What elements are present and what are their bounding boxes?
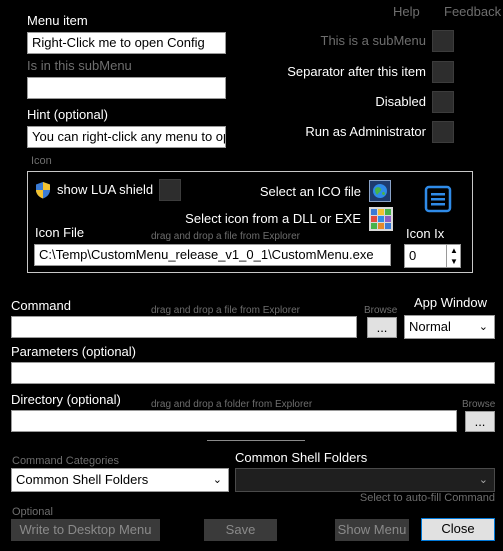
select-dll-label: Select icon from a DLL or EXE bbox=[185, 211, 361, 226]
disabled-label: Disabled bbox=[375, 94, 426, 109]
spin-up-icon[interactable]: ▲ bbox=[446, 245, 461, 256]
shield-icon bbox=[35, 181, 51, 199]
directory-browse-label: Browse bbox=[462, 399, 496, 410]
command-hint: drag and drop a file from Explorer bbox=[151, 305, 300, 316]
chevron-down-icon: ⌄ bbox=[478, 321, 488, 333]
parameters-label: Parameters (optional) bbox=[11, 344, 136, 359]
feedback-link[interactable]: Feedback bbox=[444, 4, 501, 19]
show-lua-checkbox[interactable] bbox=[159, 179, 181, 201]
command-label: Command bbox=[11, 298, 71, 313]
icon-ix-value: 0 bbox=[409, 248, 417, 263]
run-admin-checkbox[interactable] bbox=[432, 121, 454, 143]
is-submenu-label: This is a subMenu bbox=[320, 33, 427, 48]
app-window-select[interactable]: Normal ⌄ bbox=[404, 315, 495, 339]
separator-label: Separator after this item bbox=[287, 64, 426, 79]
directory-input[interactable] bbox=[11, 410, 457, 432]
dll-icon[interactable] bbox=[369, 207, 393, 231]
show-lua-label: show LUA shield bbox=[57, 182, 154, 197]
spin-down-icon[interactable]: ▼ bbox=[446, 256, 461, 267]
icon-group-title: Icon bbox=[31, 155, 52, 167]
parameters-input[interactable] bbox=[11, 362, 495, 384]
select-ico-label: Select an ICO file bbox=[259, 184, 361, 199]
app-window-value: Normal bbox=[409, 319, 451, 334]
command-categories-select[interactable]: Common Shell Folders ⌄ bbox=[11, 468, 229, 492]
hint-label: Hint (optional) bbox=[27, 107, 108, 122]
icon-file-label: Icon File bbox=[35, 225, 85, 240]
command-input[interactable] bbox=[11, 316, 357, 338]
directory-browse-button[interactable]: ... bbox=[465, 411, 495, 432]
shell-folders-hint: Select to auto-fill Command bbox=[359, 492, 495, 504]
command-browse-label: Browse bbox=[364, 305, 398, 316]
run-admin-label: Run as Administrator bbox=[305, 124, 426, 139]
command-browse-button[interactable]: ... bbox=[367, 317, 397, 338]
app-window-label: App Window bbox=[414, 295, 487, 310]
chevron-down-icon: ⌄ bbox=[212, 474, 222, 486]
menu-item-input[interactable]: Right-Click me to open Config bbox=[27, 32, 226, 54]
close-button[interactable]: Close bbox=[421, 518, 495, 541]
is-submenu-checkbox[interactable] bbox=[432, 30, 454, 52]
save-button[interactable]: Save bbox=[204, 519, 277, 541]
shell-folders-select[interactable]: ⌄ bbox=[235, 468, 495, 492]
menu-item-label: Menu item bbox=[27, 13, 88, 28]
menu-icon bbox=[424, 185, 452, 213]
command-categories-value: Common Shell Folders bbox=[16, 472, 149, 487]
divider bbox=[207, 440, 305, 441]
help-link[interactable]: Help bbox=[393, 4, 420, 19]
command-categories-label: Command Categories bbox=[12, 455, 119, 467]
disabled-checkbox[interactable] bbox=[432, 91, 454, 113]
icon-ix-label: Icon Ix bbox=[406, 226, 445, 241]
shell-folders-label: Common Shell Folders bbox=[235, 450, 368, 465]
optional-label: Optional bbox=[12, 506, 53, 518]
show-menu-button[interactable]: Show Menu bbox=[335, 519, 409, 541]
separator-checkbox[interactable] bbox=[432, 61, 454, 83]
hint-input[interactable]: You can right-click any menu to op bbox=[27, 126, 226, 148]
icon-file-hint: drag and drop a file from Explorer bbox=[151, 231, 300, 242]
submenu-input[interactable] bbox=[27, 77, 226, 99]
icon-file-input[interactable]: C:\Temp\CustomMenu_release_v1_0_1\Custom… bbox=[34, 244, 391, 266]
ico-file-icon[interactable] bbox=[369, 180, 391, 202]
directory-label: Directory (optional) bbox=[11, 392, 121, 407]
write-desktop-button[interactable]: Write to Desktop Menu bbox=[11, 519, 160, 541]
directory-hint: drag and drop a folder from Explorer bbox=[151, 399, 313, 410]
chevron-down-icon: ⌄ bbox=[478, 474, 488, 486]
submenu-label: Is in this subMenu bbox=[27, 58, 132, 73]
